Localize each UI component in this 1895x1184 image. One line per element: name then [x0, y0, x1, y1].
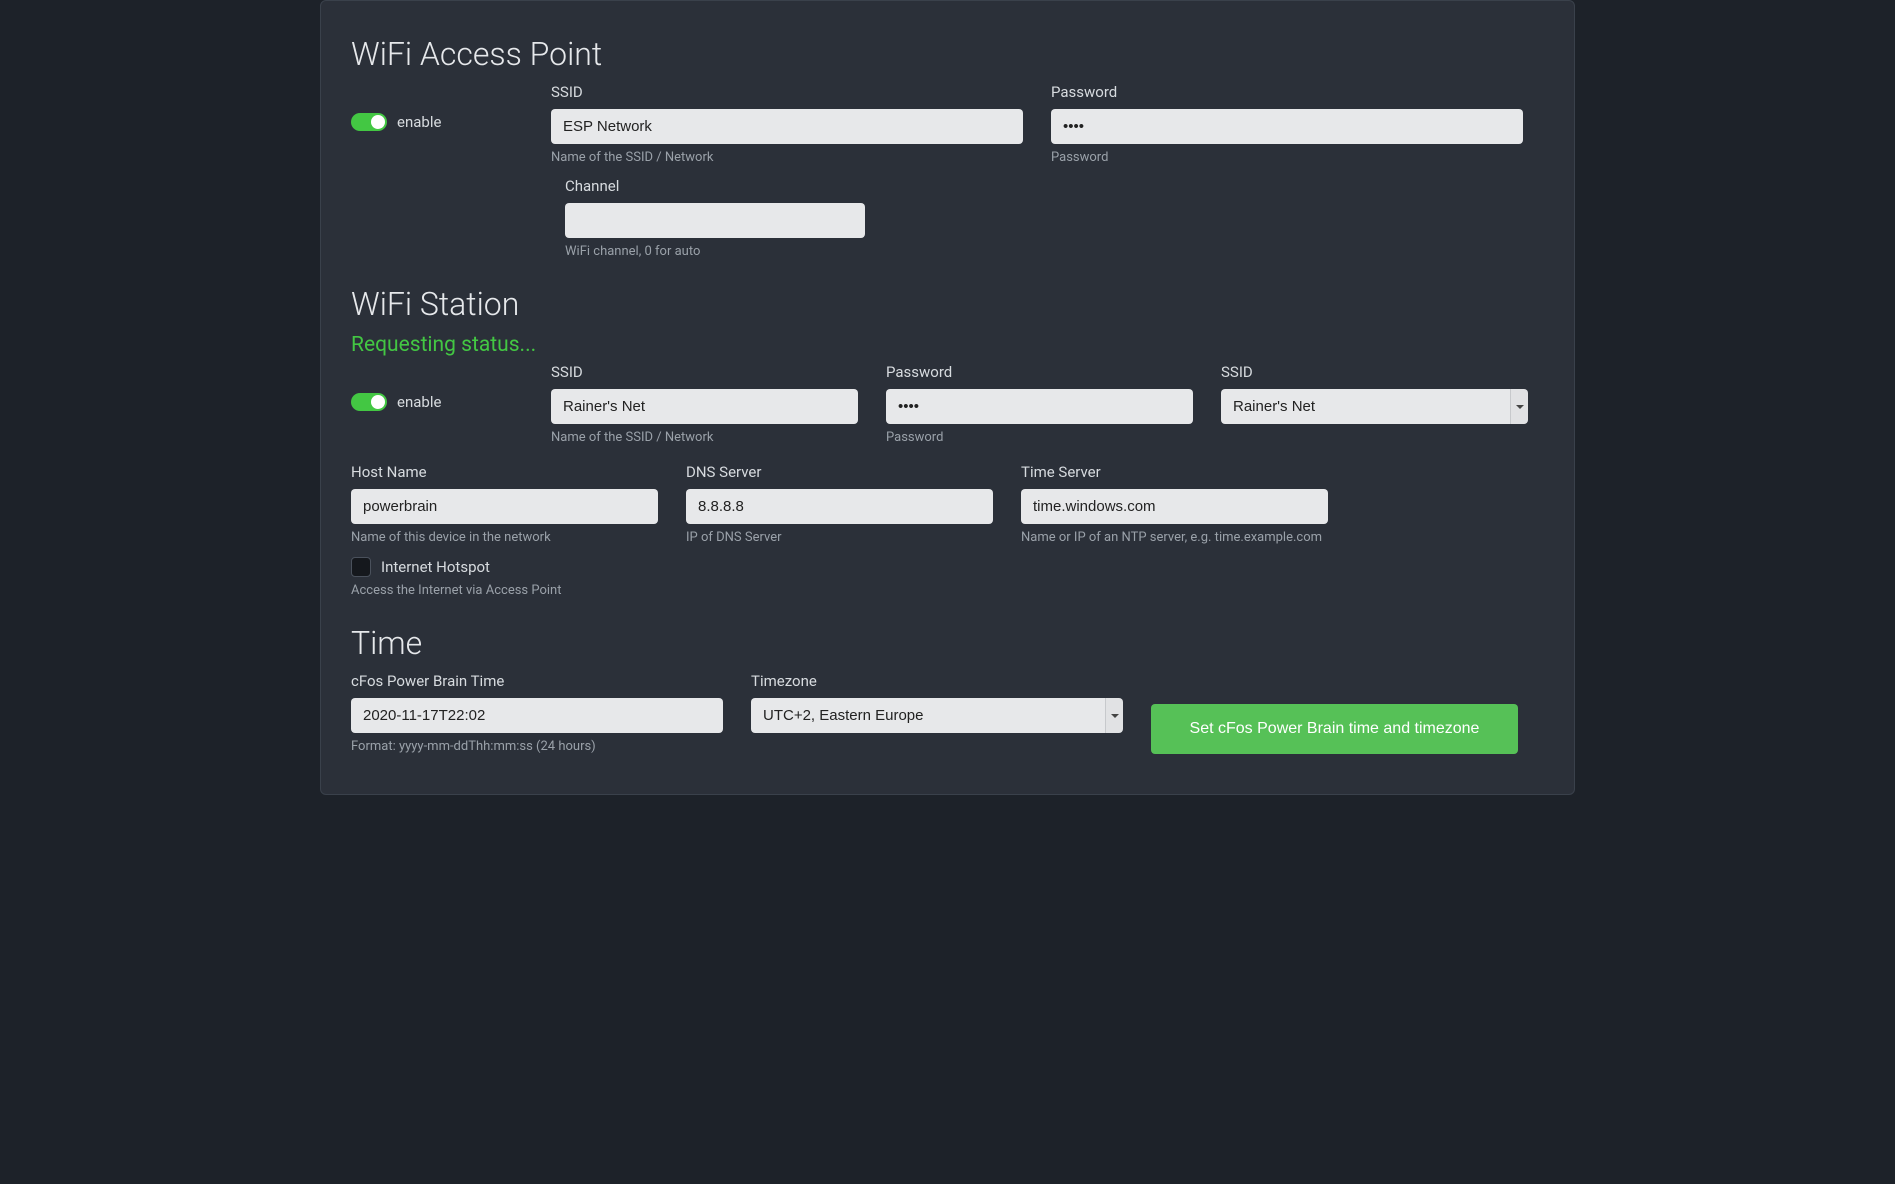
- timeserver-input[interactable]: [1021, 489, 1328, 524]
- timeserver-label: Time Server: [1021, 463, 1328, 481]
- hostname-label: Host Name: [351, 463, 658, 481]
- ap-password-help: Password: [1051, 150, 1523, 165]
- station-password-label: Password: [886, 363, 1193, 381]
- station-password-help: Password: [886, 430, 1193, 445]
- station-ssid-select-value[interactable]: [1221, 389, 1510, 424]
- timeserver-help: Name or IP of an NTP server, e.g. time.e…: [1021, 530, 1328, 545]
- station-row-1: enable SSID Name of the SSID / Network P…: [337, 363, 1558, 457]
- dns-help: IP of DNS Server: [686, 530, 993, 545]
- station-enable-toggle[interactable]: enable: [351, 393, 441, 411]
- timezone-select-value[interactable]: [751, 698, 1105, 733]
- ap-ssid-label: SSID: [551, 83, 1023, 101]
- device-time-input[interactable]: [351, 698, 723, 733]
- hostname-input[interactable]: [351, 489, 658, 524]
- hostname-help: Name of this device in the network: [351, 530, 658, 545]
- ap-ssid-help: Name of the SSID / Network: [551, 150, 1023, 165]
- station-row-3: Internet Hotspot Access the Internet via…: [337, 557, 1558, 610]
- device-time-label: cFos Power Brain Time: [351, 672, 723, 690]
- station-password-input[interactable]: [886, 389, 1193, 424]
- station-ssid-help: Name of the SSID / Network: [551, 430, 858, 445]
- timezone-label: Timezone: [751, 672, 1123, 690]
- station-row-2: Host Name Name of this device in the net…: [337, 463, 1558, 557]
- ap-channel-label: Channel: [565, 177, 867, 195]
- ap-section-title: WiFi Access Point: [351, 35, 1544, 73]
- internet-hotspot-label: Internet Hotspot: [381, 558, 490, 576]
- time-row: cFos Power Brain Time Format: yyyy-mm-dd…: [337, 672, 1558, 766]
- ap-channel-input[interactable]: [565, 203, 865, 238]
- station-section-title: WiFi Station: [351, 285, 1544, 323]
- set-time-button[interactable]: Set cFos Power Brain time and timezone: [1151, 704, 1518, 754]
- ap-password-input[interactable]: [1051, 109, 1523, 144]
- station-ssid-label: SSID: [551, 363, 858, 381]
- device-time-help: Format: yyyy-mm-ddThh:mm:ss (24 hours): [351, 739, 723, 754]
- station-enable-label: enable: [397, 393, 441, 411]
- station-ssid-input[interactable]: [551, 389, 858, 424]
- station-ssid-select-label: SSID: [1221, 363, 1528, 381]
- ap-row-1: enable SSID Name of the SSID / Network P…: [337, 83, 1558, 177]
- station-status-text: Requesting status...: [351, 333, 1544, 357]
- ap-row-2: Channel WiFi channel, 0 for auto: [551, 177, 1558, 271]
- ap-ssid-input[interactable]: [551, 109, 1023, 144]
- internet-hotspot-help: Access the Internet via Access Point: [351, 583, 1544, 598]
- ap-enable-label: enable: [397, 113, 441, 131]
- internet-hotspot-checkbox[interactable]: [351, 557, 371, 577]
- station-ssid-select[interactable]: [1221, 389, 1528, 424]
- ap-channel-help: WiFi channel, 0 for auto: [565, 244, 867, 259]
- chevron-down-icon[interactable]: [1105, 698, 1123, 733]
- chevron-down-icon[interactable]: [1510, 389, 1528, 424]
- dns-label: DNS Server: [686, 463, 993, 481]
- dns-input[interactable]: [686, 489, 993, 524]
- ap-password-label: Password: [1051, 83, 1523, 101]
- timezone-select[interactable]: [751, 698, 1123, 733]
- ap-enable-toggle[interactable]: enable: [351, 113, 441, 131]
- config-panel: WiFi Access Point enable SSID Name of th…: [320, 0, 1575, 795]
- time-section-title: Time: [351, 624, 1544, 662]
